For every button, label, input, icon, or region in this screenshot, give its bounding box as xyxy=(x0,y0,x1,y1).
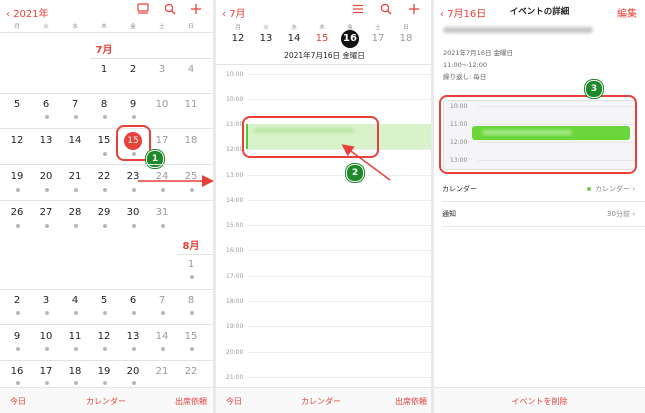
arrow-to-event xyxy=(341,144,391,181)
annotation-arrows xyxy=(138,144,391,187)
